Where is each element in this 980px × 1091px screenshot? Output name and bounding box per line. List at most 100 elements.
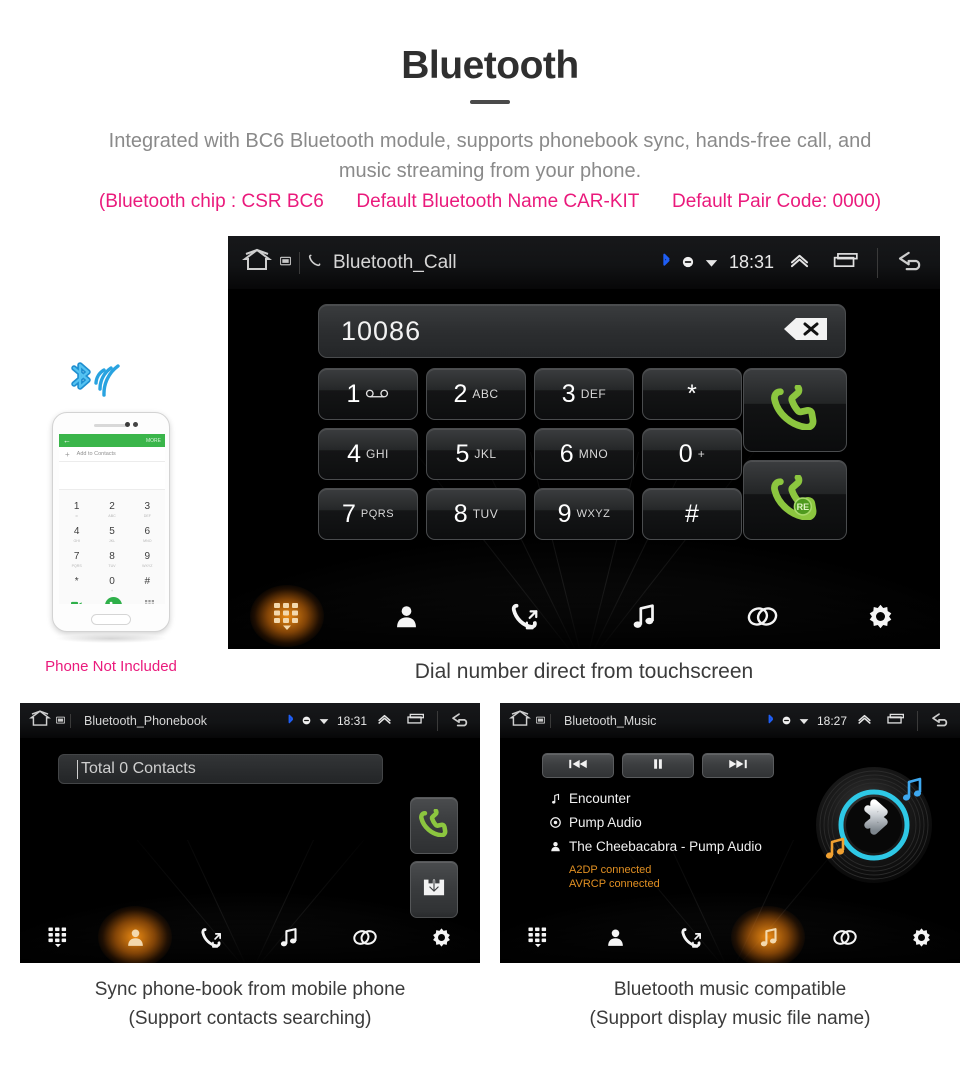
status-divider-2 (437, 710, 438, 731)
sidebar-item-contacts[interactable] (347, 583, 466, 649)
sidebar-item-dialpad[interactable] (500, 911, 577, 963)
dialpad-key-1[interactable]: 1 (318, 368, 418, 420)
phone-illustration: ← MORE + Add to Contacts 1 ∞ 2 ABC 3 DEF 4G… (52, 412, 170, 643)
phone-key-sub: ABC (108, 513, 116, 518)
page-subtitle: Integrated with BC6 Bluetooth module, su… (40, 126, 940, 186)
sidebar-item-settings[interactable] (821, 583, 940, 649)
status-divider (299, 251, 300, 274)
redial-button[interactable]: RE (743, 460, 847, 540)
pause-button[interactable] (622, 753, 694, 778)
phone-keypad-row: * 0 + # (59, 569, 165, 594)
wifi-icon (705, 252, 718, 273)
music-panel-caption: Bluetooth music compatible (Support disp… (500, 975, 960, 1033)
home-icon[interactable] (242, 247, 272, 278)
sidebar-item-dialpad[interactable] (228, 583, 347, 649)
music-screen-body: Encounter Pump Audio The Cheebacabra - P… (500, 739, 960, 963)
phone-plus-icon: + (65, 449, 70, 459)
sidebar-item-music[interactable] (250, 911, 327, 963)
recents-icon[interactable] (407, 713, 424, 728)
key-letters: WXYZ (576, 508, 611, 520)
dialpad-key-5[interactable]: 5 JKL (426, 428, 526, 480)
home-icon[interactable] (509, 709, 531, 733)
phone-key-sub: + (110, 588, 114, 593)
sidebar-item-pair[interactable] (327, 911, 404, 963)
subtitle-line-2: music streaming from your phone. (338, 160, 642, 182)
call-screen-body: 10086 1 2 ABC 3 DEF * 4 GHI 5 JKL 6 MNO … (228, 290, 940, 649)
key-digit: 7 (341, 499, 356, 528)
backspace-icon[interactable] (783, 316, 829, 347)
mute-icon (682, 252, 694, 273)
spec-bluetooth-name: Default Bluetooth Name CAR-KIT (356, 191, 640, 212)
chevron-up-icon[interactable] (789, 252, 810, 274)
sidebar-item-call-history[interactable] (173, 911, 250, 963)
previous-track-button[interactable] (542, 753, 614, 778)
dialpad-key-9[interactable]: 9 WXYZ (534, 488, 634, 540)
phonebook-nav-bar (20, 911, 480, 963)
dialpad-key-7[interactable]: 7 PQRS (318, 488, 418, 540)
back-arrow-icon[interactable] (451, 712, 471, 730)
recents-icon[interactable] (833, 252, 858, 274)
phone-body: ← MORE + Add to Contacts 1 ∞ 2 ABC 3 DEF 4G… (52, 412, 170, 632)
chevron-up-icon[interactable] (377, 713, 392, 728)
back-arrow-icon[interactable] (931, 712, 951, 730)
status-bar-time: 18:31 (728, 252, 774, 272)
recents-icon[interactable] (887, 713, 904, 728)
dialpad-key-3[interactable]: 3 DEF (534, 368, 634, 420)
dialpad-key-2[interactable]: 2 ABC (426, 368, 526, 420)
key-letters: TUV (472, 507, 499, 521)
bluetooth-signal-icon (58, 355, 126, 411)
phonebook-sync-button[interactable] (410, 861, 458, 918)
phone-add-contact-label: Add to Contacts (76, 451, 116, 457)
back-arrow-icon[interactable] (897, 250, 926, 276)
call-status-bar: Bluetooth_Call 18:31 (228, 236, 940, 290)
phone-key-digit: 8 (109, 550, 115, 562)
dialpad-key-6[interactable]: 6 MNO (534, 428, 634, 480)
dialpad-key-star[interactable]: * (642, 368, 742, 420)
contacts-search-placeholder: Total 0 Contacts (81, 760, 196, 777)
contacts-search-input[interactable]: Total 0 Contacts (58, 754, 383, 784)
sidebar-item-pair[interactable] (807, 911, 884, 963)
chevron-up-icon[interactable] (857, 713, 872, 728)
dialpad-key-8[interactable]: 8 TUV (426, 488, 526, 540)
status-divider (550, 713, 551, 728)
phone-key-sub: TUV (108, 563, 116, 568)
key-letters: GHI (366, 447, 389, 461)
status-divider (70, 713, 71, 728)
sidebar-item-dialpad[interactable] (20, 911, 97, 963)
key-plus: + (697, 447, 706, 461)
phonebook-call-button[interactable] (410, 797, 458, 854)
dialpad-key-hash[interactable]: # (642, 488, 742, 540)
album-name: Pump Audio (569, 815, 642, 830)
phone-key-digit: * (74, 575, 79, 587)
phone-shadow (56, 634, 166, 643)
phone-key: 0 + (94, 569, 129, 594)
phonebook-panel-caption: Sync phone-book from mobile phone (Suppo… (20, 975, 480, 1033)
sidebar-item-music[interactable] (584, 583, 703, 649)
sidebar-item-settings[interactable] (883, 911, 960, 963)
phone-key: # (130, 569, 165, 594)
dialpad-key-4[interactable]: 4 GHI (318, 428, 418, 480)
sidebar-item-pair[interactable] (703, 583, 822, 649)
screen-icon (55, 712, 66, 730)
sidebar-item-settings[interactable] (403, 911, 480, 963)
call-button[interactable] (743, 368, 847, 452)
bluetooth-icon (287, 714, 294, 728)
sidebar-item-call-history[interactable] (465, 583, 584, 649)
dialpad-key-0[interactable]: 0 + (642, 428, 742, 480)
phone-key-digit: 7 (73, 550, 80, 562)
phone-number-area (59, 462, 165, 490)
status-bar-left: Bluetooth_Call (242, 247, 457, 278)
home-icon[interactable] (29, 709, 51, 733)
avrcp-status: AVRCP connected (569, 878, 660, 890)
phone-key: 4 GHI (59, 519, 94, 544)
phone-key: 2 ABC (94, 494, 129, 519)
sidebar-item-contacts[interactable] (577, 911, 654, 963)
dialed-number-display[interactable]: 10086 (318, 304, 846, 358)
sidebar-item-call-history[interactable] (653, 911, 730, 963)
sidebar-item-music[interactable] (730, 911, 807, 963)
next-track-icon (728, 757, 748, 775)
sidebar-item-contacts[interactable] (97, 911, 174, 963)
status-divider-2 (917, 710, 918, 731)
phone-key-digit: 4 (73, 525, 80, 537)
next-track-button[interactable] (702, 753, 774, 778)
